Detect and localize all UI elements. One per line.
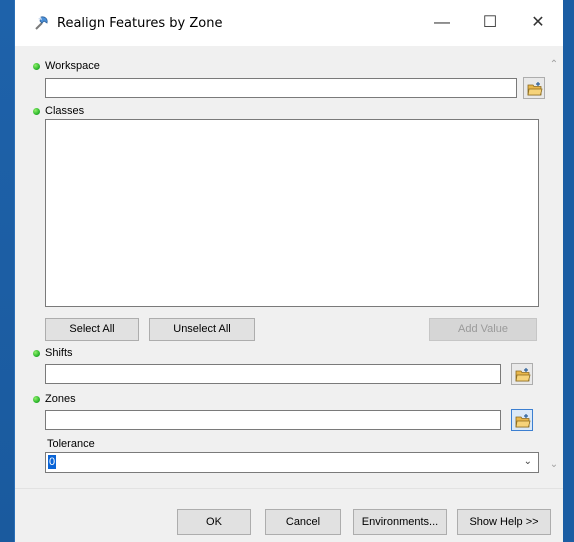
close-button[interactable]: ✕ <box>515 8 561 38</box>
window-title: Realign Features by Zone <box>57 16 223 31</box>
shifts-input[interactable] <box>45 364 501 384</box>
required-indicator-icon <box>33 396 40 403</box>
required-indicator-icon <box>33 350 40 357</box>
required-indicator-icon <box>33 108 40 115</box>
classes-label: Classes <box>45 105 85 117</box>
dialog-footer: OK Cancel Environments... Show Help >> <box>15 488 563 542</box>
open-folder-icon <box>515 368 531 382</box>
cancel-button[interactable]: Cancel <box>265 509 341 535</box>
unselect-all-button[interactable]: Unselect All <box>149 318 255 341</box>
select-all-button[interactable]: Select All <box>45 318 139 341</box>
scroll-down-icon[interactable]: ⌄ <box>545 456 563 474</box>
zones-label: Zones <box>45 393 76 405</box>
shifts-label: Shifts <box>45 347 73 359</box>
realign-features-dialog: Realign Features by Zone — ☐ ✕ Workspace… <box>14 0 563 542</box>
desktop-background-right <box>562 0 574 542</box>
minimize-button[interactable]: — <box>419 8 465 38</box>
workspace-browse-button[interactable] <box>523 77 545 99</box>
chevron-down-icon: ⌄ <box>523 456 532 467</box>
tolerance-dropdown[interactable]: 0 ⌄ <box>45 452 539 473</box>
zones-input[interactable] <box>45 410 501 430</box>
desktop-background <box>0 0 14 542</box>
workspace-label: Workspace <box>45 60 100 72</box>
add-value-button[interactable]: Add Value <box>429 318 537 341</box>
ok-button[interactable]: OK <box>177 509 251 535</box>
tolerance-label: Tolerance <box>47 438 95 450</box>
vertical-scrollbar[interactable]: ⌃ ⌄ <box>545 46 563 488</box>
required-indicator-icon <box>33 63 40 70</box>
maximize-button[interactable]: ☐ <box>467 8 513 38</box>
scroll-up-icon[interactable]: ⌃ <box>545 56 563 74</box>
tool-parameters-panel: Workspace Classes Select All Unselect Al… <box>15 46 563 488</box>
zones-browse-button[interactable] <box>511 409 533 431</box>
shifts-browse-button[interactable] <box>511 363 533 385</box>
title-bar[interactable]: Realign Features by Zone — ☐ ✕ <box>15 0 563 46</box>
geoprocessing-tool-icon <box>33 14 51 32</box>
workspace-input[interactable] <box>45 78 517 98</box>
show-help-button[interactable]: Show Help >> <box>457 509 551 535</box>
tolerance-value: 0 <box>48 455 57 469</box>
classes-list[interactable] <box>45 119 539 307</box>
environments-button[interactable]: Environments... <box>353 509 447 535</box>
open-folder-icon <box>527 82 543 96</box>
open-folder-icon <box>515 414 531 428</box>
